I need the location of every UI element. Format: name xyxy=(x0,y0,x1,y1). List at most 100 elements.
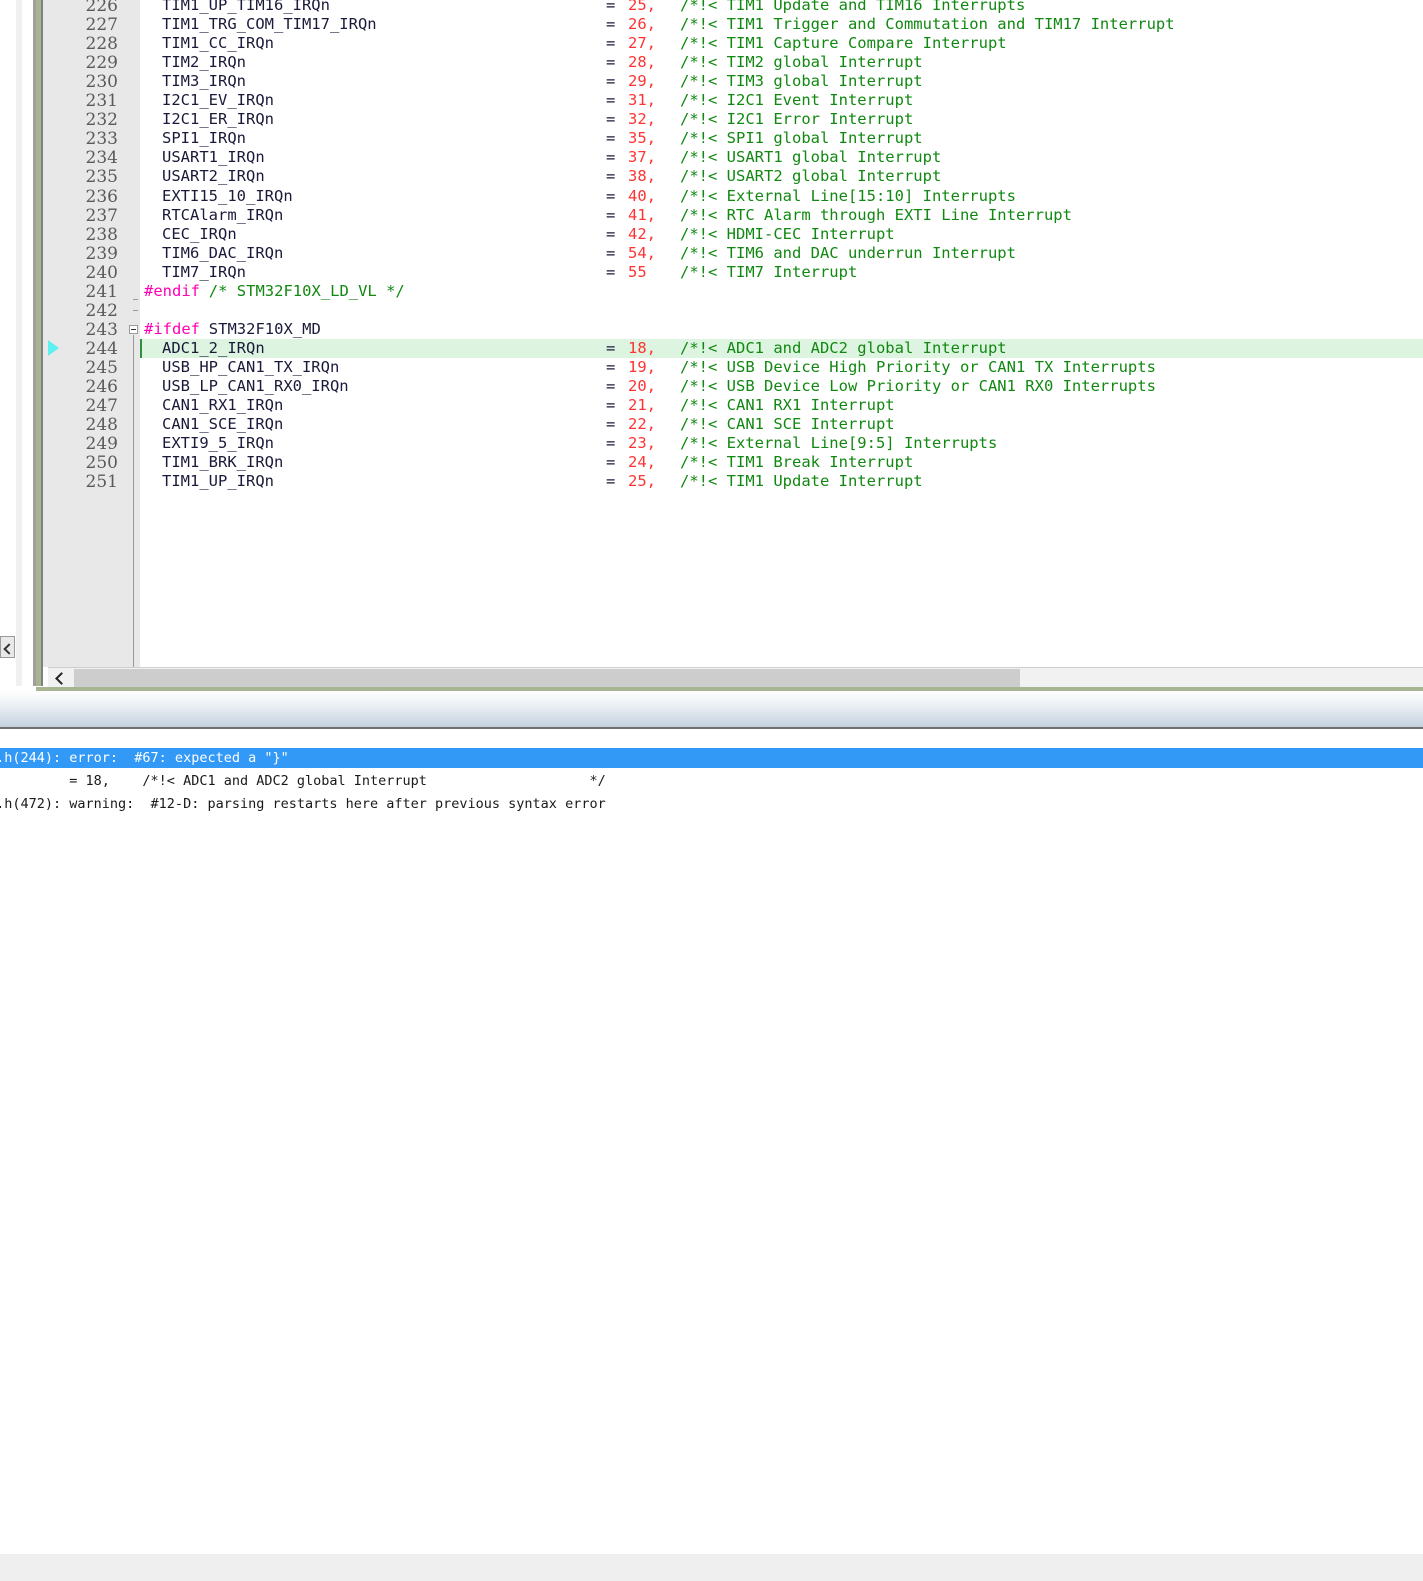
build-output-text: x.h(472): warning: #12-D: parsing restar… xyxy=(0,796,606,812)
assignment-operator: = xyxy=(606,357,616,376)
current-statement-arrow-icon xyxy=(48,339,59,356)
code-line[interactable]: ADC1_2_IRQn = 18, /*!< ADC1 and ADC2 global… xyxy=(140,338,1423,358)
fold-collapse-box[interactable] xyxy=(129,324,138,334)
code-comment: /*!< TIM6 and DAC underrun Interrupt xyxy=(680,243,1016,262)
line-number: 242 xyxy=(85,300,118,321)
enum-value: 32, xyxy=(628,110,656,129)
panel-gap xyxy=(0,729,1423,742)
build-output-text: x.h(244): error: #67: expected a "}" xyxy=(0,750,289,766)
enum-identifier: EXTI9_5_IRQn xyxy=(162,434,274,453)
assignment-operator: = xyxy=(606,91,616,110)
enum-value: 25, xyxy=(628,0,656,14)
enum-identifier: I2C1_ER_IRQn xyxy=(162,110,274,129)
horizontal-scrollbar-thumb[interactable] xyxy=(74,669,1020,687)
enum-identifier: USART2_IRQn xyxy=(162,167,265,186)
line-number: 243 xyxy=(85,319,118,340)
preprocessor-directive: #ifdef xyxy=(144,319,200,338)
line-number: 248 xyxy=(85,415,118,436)
enum-identifier: CEC_IRQn xyxy=(162,224,237,243)
dock-collapse-button[interactable] xyxy=(0,636,15,658)
code-comment: /*!< USB Device Low Priority or CAN1 RX0… xyxy=(680,377,1156,395)
assignment-operator: = xyxy=(606,453,616,472)
enum-identifier: TIM1_UP_IRQn xyxy=(162,472,274,491)
assignment-operator: = xyxy=(606,110,616,129)
code-comment: /*!< SPI1 global Interrupt xyxy=(680,129,923,148)
assignment-operator: = xyxy=(606,0,616,14)
enum-value: 41, xyxy=(628,205,656,224)
code-comment: /*!< ADC1 and ADC2 global Interrupt xyxy=(680,338,1007,357)
enum-value: 35, xyxy=(628,129,656,148)
enum-value: 40, xyxy=(628,186,656,205)
enum-value: 19, xyxy=(628,357,656,376)
enum-value: 18, xyxy=(628,338,656,357)
enum-identifier: ADC1_2_IRQn xyxy=(162,338,265,357)
assignment-operator: = xyxy=(606,15,616,34)
line-number: 232 xyxy=(85,110,118,131)
code-comment: /*!< I2C1 Error Interrupt xyxy=(680,110,914,129)
enum-identifier: TIM7_IRQn xyxy=(162,262,246,281)
assignment-operator: = xyxy=(606,72,616,91)
enum-identifier: USB_HP_CAN1_TX_IRQn xyxy=(162,357,340,376)
docked-panel-fragment-mid xyxy=(0,120,16,640)
code-comment: /*!< USB Device High Priority or CAN1 TX… xyxy=(680,357,1156,376)
code-comment: /*!< CAN1 SCE Interrupt xyxy=(680,415,895,434)
build-output-bottom-fill xyxy=(0,1554,1423,1581)
enum-value: 25, xyxy=(628,472,656,491)
enum-identifier: TIM1_UP_TIM16_IRQn xyxy=(162,0,330,14)
build-output-row[interactable]: x.h(472): warning: #12-D: parsing restar… xyxy=(0,794,1423,814)
dock-divider xyxy=(16,636,22,676)
code-comment: /*!< USART2 global Interrupt xyxy=(680,167,942,186)
enum-identifier: TIM1_BRK_IRQn xyxy=(162,453,284,472)
enum-value: 24, xyxy=(628,453,656,472)
assignment-operator: = xyxy=(606,205,616,224)
code-comment: /*!< TIM1 Update Interrupt xyxy=(680,472,923,491)
enum-value: 54, xyxy=(628,243,656,262)
assignment-operator: = xyxy=(606,396,616,415)
scroll-left-arrow-icon[interactable] xyxy=(48,668,74,688)
fold-end-tick xyxy=(133,298,138,300)
preprocessor-directive: #endif xyxy=(144,281,200,300)
enum-value: 27, xyxy=(628,34,656,53)
line-number: 238 xyxy=(85,224,118,245)
enum-identifier: TIM3_IRQn xyxy=(162,72,246,91)
build-output-row[interactable]: = 18, /*!< ADC1 and ADC2 global Interrup… xyxy=(0,771,1423,791)
code-comment: /*!< TIM3 global Interrupt xyxy=(680,72,923,91)
code-comment: /*!< TIM1 Trigger and Commutation and TI… xyxy=(680,15,1175,34)
code-comment: /*!< USART1 global Interrupt xyxy=(680,148,942,167)
line-number: 240 xyxy=(85,262,118,283)
enum-value: 22, xyxy=(628,415,656,434)
code-comment: /*!< TIM1 Update and TIM16 Interrupts xyxy=(680,0,1026,14)
line-number: 236 xyxy=(85,186,118,207)
editor-horizontal-scrollbar[interactable] xyxy=(48,667,1423,688)
enum-value: 28, xyxy=(628,53,656,72)
line-number: 226 xyxy=(85,0,118,16)
assignment-operator: = xyxy=(606,53,616,72)
enum-identifier: CAN1_RX1_IRQn xyxy=(162,396,284,415)
line-number: 235 xyxy=(85,167,118,188)
code-comment: /*!< TIM7 Interrupt xyxy=(680,262,858,281)
build-output-panel[interactable]: x.h(244): error: #67: expected a "}" = 1… xyxy=(0,742,1423,1581)
assignment-operator: = xyxy=(606,186,616,205)
panel-splitter-band[interactable] xyxy=(0,691,1423,727)
code-comment: /*!< TIM1 Capture Compare Interrupt xyxy=(680,34,1007,53)
line-number: 233 xyxy=(85,129,118,150)
assignment-operator: = xyxy=(606,262,616,281)
docked-panel-fragment-top xyxy=(0,0,16,120)
line-number: 237 xyxy=(85,205,118,226)
code-comment: /*!< TIM2 global Interrupt xyxy=(680,53,923,72)
enum-identifier: TIM2_IRQn xyxy=(162,53,246,72)
macro-identifier: STM32F10X_MD xyxy=(208,319,321,338)
code-comment: /* STM32F10X_LD_VL */ xyxy=(208,281,405,300)
enum-value: 29, xyxy=(628,72,656,91)
build-output-error-row[interactable]: x.h(244): error: #67: expected a "}" xyxy=(0,748,1423,768)
line-number: 239 xyxy=(85,243,118,264)
code-comment: /*!< TIM1 Break Interrupt xyxy=(680,453,914,472)
code-editor-pane[interactable]: 226 TIM1_UP_TIM16_IRQn = 25, /*!< TIM1 Updat… xyxy=(0,0,1423,686)
window-chrome-inner xyxy=(22,0,33,686)
code-folding-column[interactable] xyxy=(126,0,141,667)
assignment-operator: = xyxy=(606,34,616,53)
enum-identifier: RTCAlarm_IRQn xyxy=(162,205,284,224)
line-number: 250 xyxy=(85,453,118,474)
enum-value: 20, xyxy=(628,377,656,395)
enum-value: 23, xyxy=(628,434,656,453)
